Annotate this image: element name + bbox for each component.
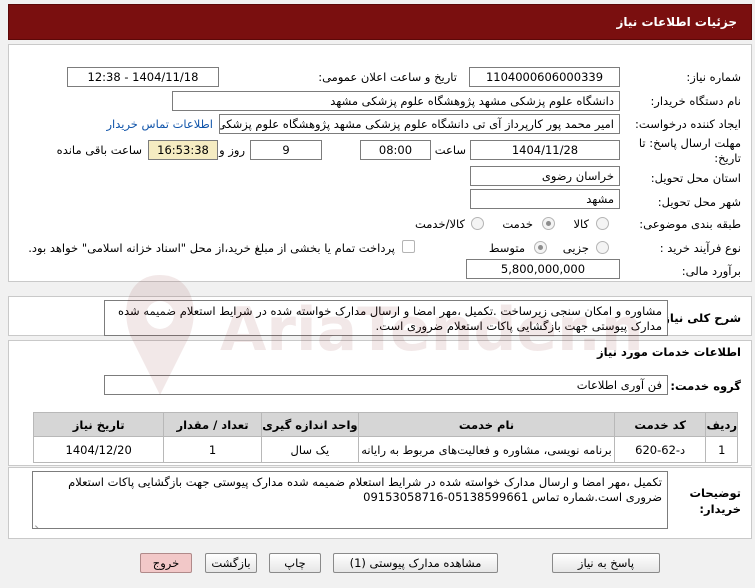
exit-button[interactable]: خروج	[140, 553, 192, 573]
remaining-time-field: 16:53:38	[148, 140, 218, 160]
treasury-checkbox[interactable]	[402, 240, 415, 253]
days-label: روز و	[219, 143, 245, 157]
col-code: کد خدمت	[613, 412, 707, 437]
buyer-notes-text: تکمیل ،مهر امضا و ارسال مدارک خواسته شده…	[68, 475, 662, 504]
city-label: شهر محل تحویل:	[657, 195, 741, 209]
process-label: نوع فرآیند خرید :	[659, 241, 741, 255]
attachments-button[interactable]: مشاهده مدارک پیوستی (1)	[333, 553, 498, 573]
announce-label: تاریخ و ساعت اعلان عمومی:	[318, 70, 457, 84]
cell-name: برنامه نویسی، مشاوره و فعالیت‌های مربوط …	[358, 436, 615, 463]
category-radio-goods-service[interactable]	[471, 217, 484, 230]
need-number-field: 1104000606000339	[469, 67, 620, 87]
category-radio-service[interactable]	[542, 217, 555, 230]
buyer-notes-label-2: خریدار:	[699, 502, 741, 516]
province-field: خراسان رضوی	[470, 166, 620, 186]
service-group-field: فن آوری اطلاعات	[104, 375, 668, 395]
category-option-service: خدمت	[502, 217, 533, 231]
deadline-date-field: 1404/11/28	[470, 140, 620, 160]
cell-need-date: 1404/12/20	[32, 436, 165, 463]
cell-quantity: 1	[163, 436, 262, 463]
buyer-org-field: دانشگاه علوم پزشکی مشهد پژوهشگاه علوم پز…	[172, 91, 620, 111]
services-section-title: اطلاعات خدمات مورد نیاز	[597, 345, 741, 359]
summary-textarea[interactable]: مشاوره و امکان سنجی زیرساخت .تکمیل ،مهر …	[104, 300, 668, 336]
services-table: ردیف کد خدمت نام خدمت واحد اندازه گیری ت…	[32, 412, 738, 463]
process-option-minor: جزیی	[562, 241, 589, 255]
buyer-org-label: نام دستگاه خریدار:	[650, 94, 741, 108]
buyer-notes-label: توضیحات	[689, 486, 742, 500]
page-header: جزئیات اطلاعات نیاز	[8, 4, 752, 40]
reply-button[interactable]: پاسخ به نیاز	[552, 553, 660, 573]
service-group-label: گروه خدمت:	[670, 379, 741, 393]
col-need-date: تاریخ نیاز	[32, 412, 165, 437]
process-option-medium: متوسط	[488, 241, 525, 255]
col-name: نام خدمت	[358, 412, 615, 437]
deadline-time-label: ساعت	[434, 143, 466, 157]
services-table-header: ردیف کد خدمت نام خدمت واحد اندازه گیری ت…	[32, 412, 738, 437]
col-quantity: تعداد / مقدار	[163, 412, 262, 437]
province-label: استان محل تحویل:	[650, 171, 741, 185]
remaining-label: ساعت باقی مانده	[56, 143, 142, 157]
print-button[interactable]: چاپ	[269, 553, 321, 573]
col-row: ردیف	[705, 412, 738, 437]
budget-label: برآورد مالی:	[681, 264, 741, 278]
city-field: مشهد	[470, 189, 620, 209]
process-radio-medium[interactable]	[534, 241, 547, 254]
category-option-goods: کالا	[573, 217, 589, 231]
back-button[interactable]: بازگشت	[205, 553, 257, 573]
need-number-label: شماره نیاز:	[686, 70, 741, 84]
category-option-goods-service: کالا/خدمت	[414, 217, 465, 231]
cell-unit: یک سال	[260, 436, 360, 463]
deadline-time-field: 08:00	[360, 140, 431, 160]
table-row: 1 د-62-620 برنامه نویسی، مشاوره و فعالیت…	[32, 436, 738, 463]
process-radio-minor[interactable]	[596, 241, 609, 254]
col-unit: واحد اندازه گیری	[260, 412, 360, 437]
summary-label: شرح کلی نیاز:	[658, 311, 741, 325]
cell-code: د-62-620	[613, 436, 707, 463]
buyer-notes-textarea[interactable]: تکمیل ،مهر امضا و ارسال مدارک خواسته شده…	[32, 471, 668, 529]
requester-field: امیر محمد پور کارپرداز آی تی دانشگاه علو…	[219, 114, 620, 134]
page-title: جزئیات اطلاعات نیاز	[616, 15, 737, 29]
cell-row: 1	[705, 436, 738, 463]
buyer-contact-link[interactable]: اطلاعات تماس خریدار	[106, 117, 213, 131]
resize-grip-icon[interactable]	[35, 518, 43, 526]
deadline-label: مهلت ارسال پاسخ: تا	[638, 136, 741, 150]
announce-datetime-field: 1404/11/18 - 12:38	[67, 67, 219, 87]
deadline-label-date: تاریخ:	[714, 151, 741, 165]
requester-label: ایجاد کننده درخواست:	[635, 117, 741, 131]
category-label: طبقه بندی موضوعی:	[639, 217, 741, 231]
budget-field: 5,800,000,000	[466, 259, 620, 279]
treasury-checkbox-label: پرداخت تمام یا بخشی از مبلغ خرید،از محل …	[28, 241, 395, 255]
days-field: 9	[250, 140, 322, 160]
category-radio-goods[interactable]	[596, 217, 609, 230]
